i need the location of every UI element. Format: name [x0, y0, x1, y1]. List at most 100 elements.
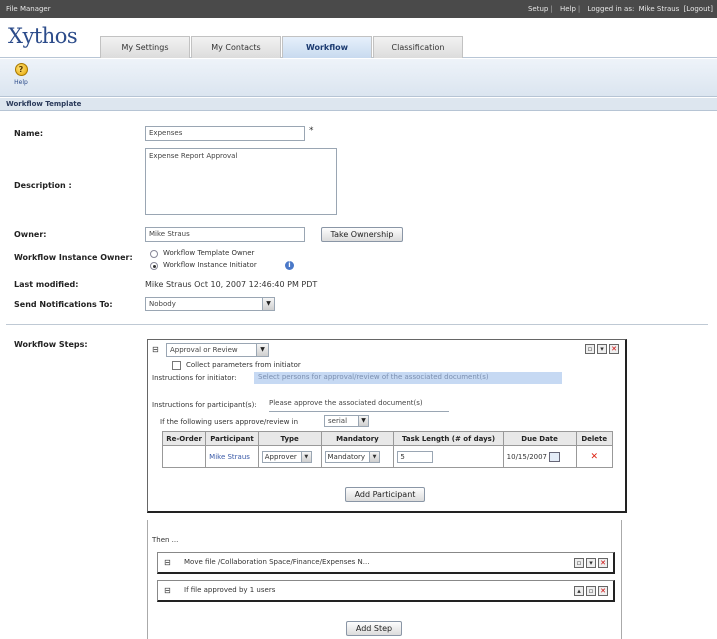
tab-my-settings[interactable]: My Settings — [100, 36, 190, 58]
move-down-icon[interactable]: ▾ — [586, 558, 596, 568]
close-icon[interactable]: ✕ — [598, 558, 608, 568]
type-cell: Approver ▼ — [257, 445, 322, 468]
step-type-select[interactable]: Approval or Review ▼ — [166, 343, 269, 357]
delete-cell: ✕ — [575, 445, 614, 468]
chevron-down-icon: ▼ — [358, 416, 368, 426]
instance-owner-label: Workflow Instance Owner: — [14, 253, 133, 262]
tab-my-contacts[interactable]: My Contacts — [191, 36, 281, 58]
close-icon[interactable]: ✕ — [598, 586, 608, 596]
due-date-value: 10/15/2007 — [506, 452, 548, 461]
move-up-icon[interactable]: ▫ — [574, 558, 584, 568]
close-icon[interactable]: ✕ — [609, 344, 619, 354]
sub-step-move: ⊟ Move file /Collaboration Space/Finance… — [157, 552, 615, 574]
radio-instance-initiator[interactable] — [150, 262, 158, 270]
mandatory-value: Mandatory — [327, 452, 366, 461]
help-circle-icon: ? — [14, 63, 28, 76]
add-step-button[interactable]: Add Step — [346, 621, 402, 636]
main-tabs: My Settings My Contacts Workflow Classif… — [100, 36, 464, 58]
user-name: Mike Straus — [638, 5, 680, 13]
instructions-participant-input[interactable]: Please approve the associated document(s… — [269, 397, 449, 412]
chevron-down-icon: ▼ — [262, 298, 274, 310]
top-bar: File Manager Setup | Help | Logged in as: … — [0, 0, 717, 18]
collect-params-label: Collect parameters from initiator — [186, 361, 301, 369]
task-length-cell: 5 — [393, 445, 504, 468]
header: Xythos My Settings My Contacts Workflow … — [0, 18, 717, 58]
calendar-icon[interactable] — [549, 451, 561, 462]
reorder-cell[interactable] — [161, 445, 207, 468]
add-participant-button[interactable]: Add Participant — [345, 487, 425, 502]
logout-link[interactable]: [Logout] — [684, 5, 713, 13]
type-value: Approver — [264, 452, 297, 461]
type-select[interactable]: Approver ▼ — [261, 450, 312, 463]
chevron-down-icon: ▼ — [300, 451, 311, 462]
then-label: Then ... — [152, 536, 179, 544]
col-due-date: Due Date — [502, 431, 577, 446]
col-reorder: Re-Order — [161, 431, 207, 446]
task-length-input[interactable]: 5 — [397, 450, 434, 463]
step-type-value: Approval or Review — [170, 346, 238, 354]
logged-in-label: Logged in as: — [587, 5, 635, 13]
toolbar: ? Help — [0, 59, 717, 97]
participant-cell[interactable]: Mike Straus — [205, 445, 259, 468]
condition-select[interactable]: serial ▼ — [324, 415, 369, 427]
chevron-down-icon: ▼ — [369, 451, 380, 462]
collapse-icon[interactable]: ⊟ — [152, 345, 159, 354]
table-header-row: Re-Order Participant Type Mandatory Task… — [161, 431, 614, 446]
mandatory-select[interactable]: Mandatory ▼ — [324, 450, 381, 463]
name-label: Name: — [14, 129, 44, 138]
take-ownership-button[interactable]: Take Ownership — [321, 227, 403, 242]
mandatory-cell: Mandatory ▼ — [320, 445, 395, 468]
top-links: Setup | Help | Logged in as: Mike Straus [… — [527, 5, 713, 13]
sub-step-condition-text: If file approved by 1 users — [184, 586, 276, 594]
collapse-icon[interactable]: ⊟ — [164, 558, 171, 567]
notifications-value: Nobody — [149, 300, 176, 308]
move-up-icon[interactable]: ▫ — [585, 344, 595, 354]
move-down-icon[interactable]: ▾ — [597, 344, 607, 354]
help-button[interactable]: ? Help — [8, 63, 34, 86]
collect-params-checkbox[interactable] — [172, 361, 181, 370]
setup-link[interactable]: Setup — [528, 5, 548, 13]
info-icon[interactable]: i — [285, 261, 294, 270]
col-task-length: Task Length (# of days) — [393, 431, 504, 446]
xythos-logo: Xythos — [8, 24, 78, 48]
help-label: Help — [14, 79, 28, 86]
condition-value: serial — [328, 417, 348, 425]
tab-workflow[interactable]: Workflow — [282, 36, 372, 58]
col-participant: Participant — [205, 431, 259, 446]
instructions-participant-label: Instructions for participant(s): — [152, 401, 257, 409]
radio-instance-initiator-label: Workflow Instance Initiator — [163, 261, 257, 269]
notifications-label: Send Notifications To: — [14, 300, 113, 309]
section-title: Workflow Template — [0, 98, 717, 111]
tab-classification[interactable]: Classification — [373, 36, 463, 58]
last-modified-label: Last modified: — [14, 280, 79, 289]
last-modified-value: Mike Straus Oct 10, 2007 12:46:40 PM PDT — [145, 280, 318, 289]
workflow-steps-label: Workflow Steps: — [14, 340, 88, 349]
app-name: File Manager — [6, 5, 51, 13]
col-delete: Delete — [575, 431, 614, 446]
help-link[interactable]: Help — [560, 5, 576, 13]
owner-label: Owner: — [14, 230, 47, 239]
due-date-cell: 10/15/2007 — [502, 445, 577, 468]
description-textarea[interactable]: Expense Report Approval — [145, 148, 337, 215]
instructions-initiator-input[interactable]: Select persons for approval/review of th… — [254, 372, 562, 384]
delete-icon[interactable]: ✕ — [590, 452, 598, 462]
divider — [6, 324, 708, 325]
name-input[interactable]: Expenses — [145, 126, 305, 141]
notifications-select[interactable]: Nobody ▼ — [145, 297, 275, 311]
col-type: Type — [257, 431, 322, 446]
sub-step-condition: ⊟ If file approved by 1 users ▴ ▫ ✕ — [157, 580, 615, 602]
description-label: Description : — [14, 181, 72, 190]
owner-input[interactable]: Mike Straus — [145, 227, 305, 242]
move-down-icon[interactable]: ▫ — [586, 586, 596, 596]
collapse-icon[interactable]: ⊟ — [164, 586, 171, 595]
sub-step-move-text: Move file /Collaboration Space/Finance/E… — [184, 558, 370, 566]
condition-label: If the following users approve/review in — [160, 418, 299, 426]
instructions-initiator-label: Instructions for initiator: — [152, 374, 237, 382]
chevron-down-icon: ▼ — [256, 344, 268, 356]
col-mandatory: Mandatory — [320, 431, 395, 446]
required-marker: * — [309, 126, 314, 136]
radio-template-owner[interactable] — [150, 250, 158, 258]
table-row: Mike Straus Approver ▼ Mandatory ▼ 5 10/15… — [161, 445, 614, 468]
radio-template-owner-label: Workflow Template Owner — [163, 249, 255, 257]
move-up-icon[interactable]: ▴ — [574, 586, 584, 596]
